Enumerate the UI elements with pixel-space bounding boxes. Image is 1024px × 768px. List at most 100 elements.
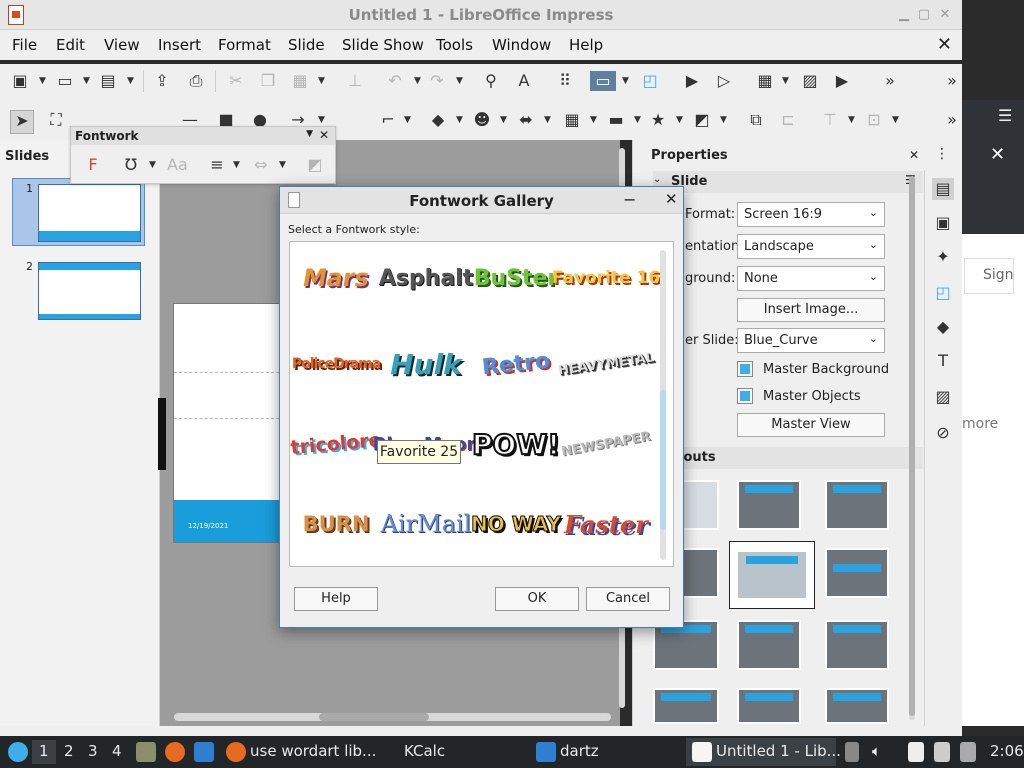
task-kcalc[interactable]: KCalc	[404, 742, 445, 760]
cancel-button[interactable]: Cancel	[586, 587, 670, 611]
pane-collapse-handle[interactable]	[158, 398, 166, 470]
layout-title-2-content-2[interactable]	[825, 620, 889, 670]
chevron-down-icon[interactable]: ▼	[456, 110, 464, 130]
maximize-window-button[interactable]: ▢	[915, 6, 933, 24]
toggle-extrusion-icon[interactable]: ◩	[305, 155, 325, 175]
slide-section-header[interactable]: ⌄ Slide ☰	[653, 171, 923, 193]
layout-six-content[interactable]	[737, 688, 801, 724]
fontwork-style-item[interactable]: AirMail	[381, 494, 472, 554]
save-icon[interactable]: ▤	[98, 71, 118, 91]
layout-centered-text[interactable]	[825, 548, 889, 598]
zoom-pan-icon[interactable]: ⛶	[46, 110, 66, 130]
clock[interactable]: 2:06	[990, 742, 1024, 760]
horizontal-scrollbar[interactable]	[174, 713, 611, 721]
clipboard-icon[interactable]	[908, 742, 924, 762]
display-views-icon[interactable]: ▭	[590, 71, 616, 91]
media-icon[interactable]: ▶	[832, 71, 852, 91]
toolbar-menu-icon[interactable]: ▼	[306, 129, 313, 139]
close-window-button[interactable]: ✕	[936, 6, 954, 24]
chevron-down-icon[interactable]: ▼	[634, 110, 642, 130]
distribute-icon[interactable]: ⊡	[864, 110, 884, 130]
layout-title-content-2[interactable]	[737, 620, 801, 670]
fontwork-gallery-icon[interactable]: F	[83, 155, 103, 175]
close-sidebar-icon[interactable]: ✕	[909, 148, 919, 162]
format-select[interactable]: Screen 16:9 ⌄	[737, 202, 885, 227]
chevron-down-icon[interactable]: ▼	[39, 71, 47, 91]
cut-icon[interactable]: ✂	[226, 71, 246, 91]
insert-image-button[interactable]: Insert Image...	[737, 298, 885, 322]
menu-window[interactable]: Window	[492, 36, 551, 54]
image-icon[interactable]: ▨	[800, 71, 820, 91]
firefox-icon[interactable]	[165, 742, 185, 762]
export-pdf-icon[interactable]: ⇪	[152, 71, 172, 91]
open-folder-icon[interactable]: ▭	[55, 71, 75, 91]
network-icon[interactable]	[960, 742, 976, 762]
slide-thumbnail[interactable]	[38, 262, 141, 320]
transformations-icon[interactable]: ⧉	[746, 110, 766, 130]
fontwork-style-item[interactable]: tricolore	[290, 410, 383, 477]
layout-vertical-title[interactable]	[825, 688, 889, 724]
menu-insert[interactable]: Insert	[158, 36, 201, 54]
symbol-shapes-icon[interactable]: ☻	[472, 110, 492, 130]
task-impress[interactable]: Untitled 1 - Lib...	[716, 742, 841, 760]
slide-transition-deck-icon[interactable]: ▣	[932, 212, 954, 234]
grid-icon[interactable]: ⠿	[555, 71, 575, 91]
menu-tools[interactable]: Tools	[436, 36, 473, 54]
chevron-down-icon[interactable]: ▼	[127, 71, 135, 91]
overflow-more-icon[interactable]: »	[880, 71, 900, 91]
select-arrow-icon[interactable]: ➤	[10, 110, 34, 134]
connector-icon[interactable]: ⌐	[378, 110, 398, 130]
volume-icon[interactable]: 🔈︎	[872, 742, 881, 760]
menu-edit[interactable]: Edit	[56, 36, 85, 54]
clone-formatting-icon[interactable]: ⊥	[345, 71, 365, 91]
menu-file[interactable]: File	[12, 36, 37, 54]
fontwork-style-item[interactable]: Hulk	[384, 334, 468, 394]
fontwork-style-item[interactable]: Asphalt	[379, 248, 473, 308]
fontwork-style-item[interactable]: Retro	[471, 330, 561, 398]
dialog-title-bar[interactable]: Fontwork Gallery − ✕	[280, 187, 683, 214]
paste-icon[interactable]: ▦	[290, 71, 310, 91]
sidebar-scrollbar[interactable]	[909, 176, 915, 720]
master-slide-icon[interactable]: ◰	[640, 71, 660, 91]
close-icon[interactable]: ✕	[990, 144, 1005, 165]
chevron-down-icon[interactable]: ▼	[544, 110, 552, 130]
chevron-down-icon[interactable]: ▼	[456, 71, 464, 91]
firefox-icon[interactable]	[226, 742, 246, 762]
menu-slide-show[interactable]: Slide Show	[342, 36, 424, 54]
menu-icon[interactable]: ☰	[998, 106, 1012, 125]
fontwork-style-item[interactable]: Favorite 16	[552, 248, 660, 308]
lock-icon[interactable]	[845, 742, 859, 762]
copy-icon[interactable]: ❐	[258, 71, 278, 91]
basic-shapes-icon[interactable]: ◆	[428, 110, 448, 130]
fontwork-style-item[interactable]: NEWSPAPER	[559, 407, 652, 481]
file-manager-icon[interactable]	[136, 742, 156, 762]
chevron-down-icon[interactable]: ▼	[892, 110, 900, 130]
notes-icon[interactable]	[934, 742, 950, 762]
start-current-slide-icon[interactable]: ▷	[714, 71, 734, 91]
master-view-button[interactable]: Master View	[737, 413, 885, 437]
minimize-dialog-button[interactable]: −	[623, 190, 636, 209]
start-first-slide-icon[interactable]: ▶	[682, 71, 702, 91]
master-slides-deck-icon[interactable]: ◰	[932, 282, 954, 304]
master-background-checkbox[interactable]	[737, 361, 753, 377]
desktop-2[interactable]: 2	[64, 742, 74, 760]
redo-icon[interactable]: ↷	[427, 71, 447, 91]
properties-deck-icon[interactable]: ▤	[932, 178, 954, 200]
chevron-down-icon[interactable]: ▼	[318, 71, 326, 91]
gallery-deck-icon[interactable]: ▨	[932, 386, 954, 408]
undo-icon[interactable]: ↶	[385, 71, 405, 91]
presentation-wizard-icon[interactable]: ▣	[10, 71, 30, 91]
fontwork-style-item[interactable]: Faster	[564, 494, 648, 554]
character-spacing-icon[interactable]: ⇔	[251, 155, 271, 175]
layout-title-slide[interactable]	[737, 480, 801, 530]
fontwork-style-item[interactable]: POW!	[471, 414, 561, 474]
app-launcher-icon[interactable]	[8, 742, 28, 762]
task-dartz[interactable]: dartz	[560, 742, 599, 760]
master-slide-select[interactable]: Blue_Curve ⌄	[737, 328, 885, 353]
fontwork-shape-icon[interactable]: Ʊ	[121, 155, 141, 175]
gallery-scrollbar[interactable]	[660, 250, 666, 560]
more-link[interactable]: more	[962, 416, 998, 432]
find-replace-icon[interactable]: ⚲	[481, 71, 501, 91]
3d-object-icon[interactable]: ◩	[692, 110, 712, 130]
folder-icon[interactable]	[536, 742, 556, 762]
